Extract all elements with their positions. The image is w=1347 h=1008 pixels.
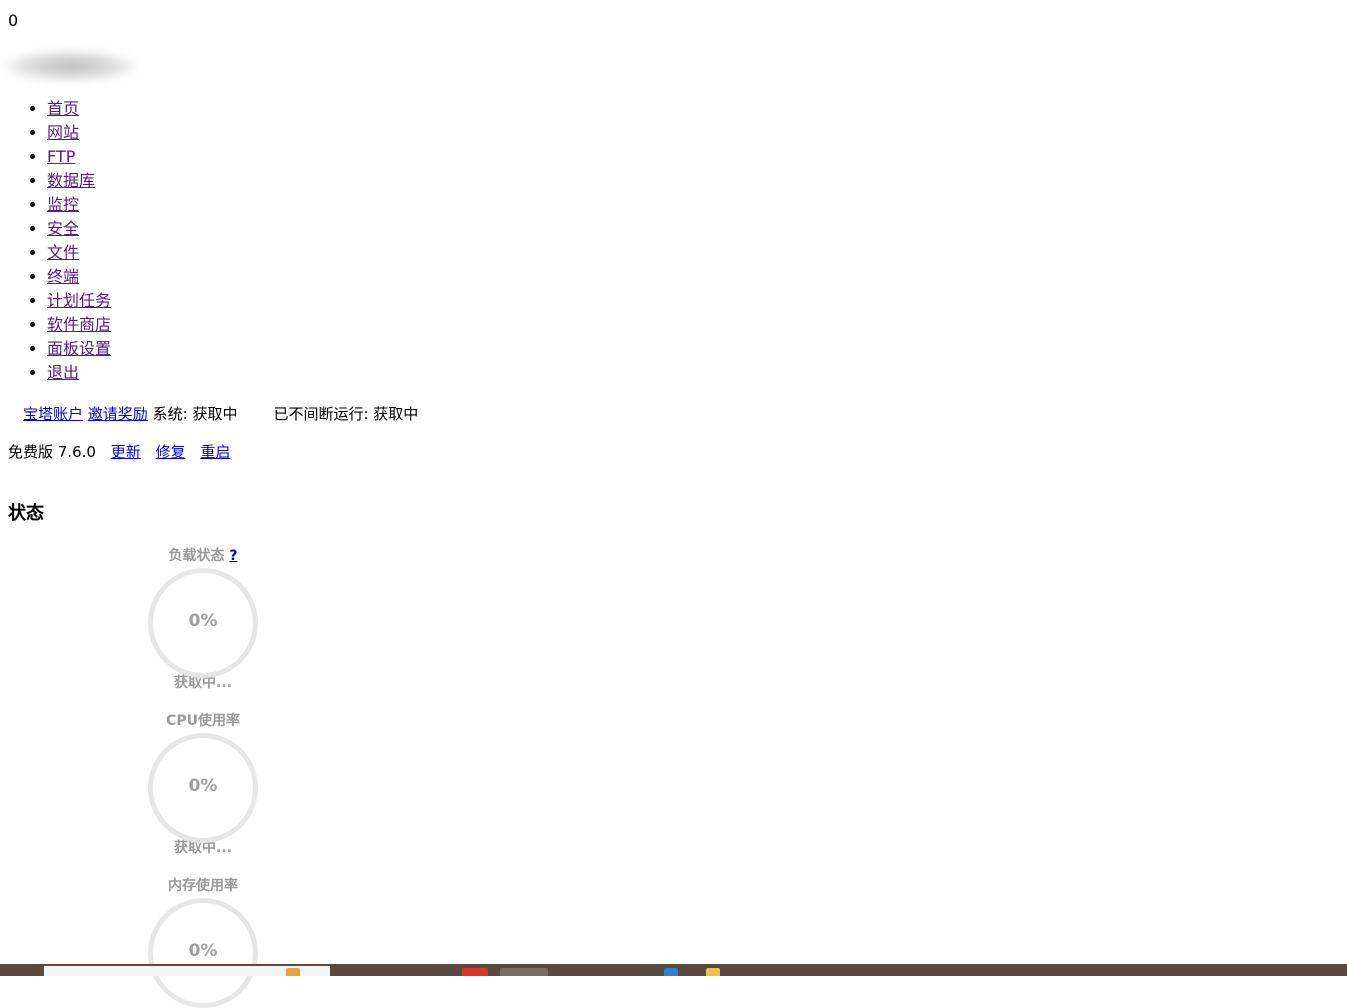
load-gauge-title: 负载状态 ?: [136, 546, 270, 566]
restart-link[interactable]: 重启: [200, 443, 230, 461]
nav-link-files[interactable]: 文件: [47, 243, 79, 262]
invite-link[interactable]: 邀请奖励: [88, 405, 148, 423]
nav-item-terminal: 终端: [47, 266, 111, 290]
load-help-link[interactable]: ?: [229, 548, 237, 564]
cpu-gauge: CPU使用率 0% 获取中...: [136, 711, 270, 857]
taskbar-active-app-icon[interactable]: [500, 968, 548, 976]
nav-link-store[interactable]: 软件商店: [47, 315, 111, 334]
system-label: 系统:: [152, 405, 188, 423]
load-gauge-ring[interactable]: 0%: [148, 568, 258, 678]
taskbar-app-icon[interactable]: [706, 968, 720, 976]
update-link[interactable]: 更新: [111, 443, 141, 461]
nav-item-store: 软件商店: [47, 314, 111, 338]
nav-item-database: 数据库: [47, 170, 111, 194]
main-nav: 首页 网站 FTP 数据库 监控 安全 文件 终端 计划任务 软件商店 面板设置…: [0, 98, 111, 386]
nav-link-ftp[interactable]: FTP: [47, 147, 75, 166]
nav-link-database[interactable]: 数据库: [47, 171, 95, 190]
status-title: 状态: [8, 503, 44, 524]
nav-link-terminal[interactable]: 终端: [47, 267, 79, 286]
uptime-label: 已不间断运行:: [273, 405, 369, 423]
nav-item-home: 首页: [47, 98, 111, 122]
load-gauge: 负载状态 ? 0% 获取中...: [136, 546, 270, 692]
memory-gauge: 内存使用率 0%: [136, 876, 270, 1008]
nav-item-files: 文件: [47, 242, 111, 266]
blurred-logo: [2, 50, 138, 82]
nav-item-monitor: 监控: [47, 194, 111, 218]
version-text: 免费版 7.6.0: [8, 443, 96, 461]
cpu-gauge-value: 0%: [188, 776, 218, 796]
os-taskbar: [0, 964, 1347, 976]
nav-item-site: 网站: [47, 122, 111, 146]
nav-link-home[interactable]: 首页: [47, 99, 79, 118]
cpu-gauge-ring[interactable]: 0%: [148, 733, 258, 843]
memory-gauge-title: 内存使用率: [168, 878, 238, 894]
counter-text: 0: [8, 11, 19, 30]
account-link[interactable]: 宝塔账户: [23, 405, 83, 423]
uptime-value: 获取中: [373, 405, 419, 423]
nav-link-security[interactable]: 安全: [47, 219, 79, 238]
nav-item-ftp: FTP: [47, 146, 111, 170]
repair-link[interactable]: 修复: [156, 443, 186, 461]
nav-link-crontab[interactable]: 计划任务: [47, 291, 111, 310]
nav-link-logout[interactable]: 退出: [47, 363, 79, 382]
taskbar-app-icon[interactable]: [664, 968, 678, 976]
nav-link-monitor[interactable]: 监控: [47, 195, 79, 214]
cpu-gauge-title: CPU使用率: [166, 713, 240, 729]
load-gauge-value: 0%: [188, 611, 218, 631]
nav-item-logout: 退出: [47, 362, 111, 386]
memory-gauge-value: 0%: [188, 941, 218, 961]
nav-item-security: 安全: [47, 218, 111, 242]
load-gauge-label: 负载状态: [168, 548, 225, 564]
nav-link-settings[interactable]: 面板设置: [47, 339, 111, 358]
memory-gauge-ring[interactable]: 0%: [148, 898, 258, 1008]
nav-link-site[interactable]: 网站: [47, 123, 79, 142]
version-row: 免费版 7.6.0 更新 修复 重启: [8, 441, 230, 462]
nav-item-crontab: 计划任务: [47, 290, 111, 314]
nav-item-settings: 面板设置: [47, 338, 111, 362]
header-info-row: 宝塔账户 邀请奖励 系统: 获取中 已不间断运行: 获取中: [23, 403, 418, 424]
taskbar-app-icon[interactable]: [462, 968, 488, 976]
taskbar-app-icon[interactable]: [286, 968, 300, 976]
system-value: 获取中: [192, 405, 238, 423]
